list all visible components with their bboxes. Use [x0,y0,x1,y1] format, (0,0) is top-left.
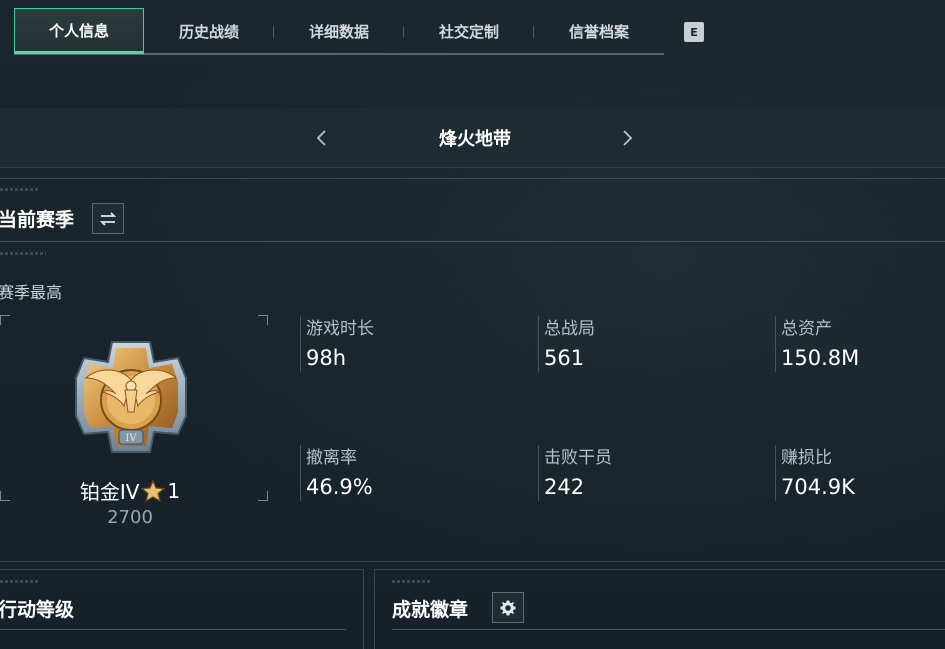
tab-personal-info[interactable]: 个人信息 [14,8,144,54]
stat-divider [775,445,776,501]
mode-title: 烽火地带 [439,129,511,150]
svg-text:IV: IV [125,433,137,444]
tab-label: 个人信息 [48,21,109,40]
stat-label: 游戏时长 [306,319,374,339]
stat-divider [300,445,301,501]
swap-icon [99,211,117,226]
badges-settings-button[interactable] [492,592,524,623]
stat-label: 撤离率 [306,448,357,468]
tab-label: 历史战绩 [178,22,239,41]
tab-detailed-data[interactable]: 详细数据 [274,8,404,54]
platinum-eagle-medal-icon: IV [75,341,187,453]
decoration [0,580,40,583]
stat-value: 561 [544,346,585,370]
divider [0,629,346,630]
action-level-title: 行动等级 [0,599,75,621]
stat-label: 总战局 [544,319,595,339]
season-swap-button[interactable] [92,203,124,234]
stat-label: 赚损比 [781,448,832,468]
stat-divider [538,316,539,372]
hotkey-e-badge[interactable]: E [684,22,704,42]
season-best-label: 赛季最高 [0,283,63,302]
badges-title: 成就徽章 [392,599,469,621]
stat-value: 704.9K [781,475,855,499]
stat-label: 总资产 [781,319,832,339]
stat-divider [300,316,301,372]
rank-score: 2700 [107,507,153,528]
tab-history[interactable]: 历史战绩 [144,8,274,54]
stat-value: 150.8M [781,346,860,370]
tab-reputation[interactable]: 信誉档案 [534,8,664,54]
chevron-left-icon[interactable] [312,128,332,148]
stat-value: 242 [544,475,585,499]
stat-value: 46.9% [306,475,373,499]
decoration [0,188,40,191]
decoration [392,580,432,583]
top-tab-bar: 个人信息 历史战绩 详细数据 社交定制 信誉档案 [14,8,664,55]
tab-label: 社交定制 [438,22,499,41]
gear-icon [500,600,516,615]
rank-name: 铂金IV [79,480,140,504]
frame-corner [0,315,10,325]
stat-value: 98h [306,346,347,370]
divider [392,629,945,630]
stat-label: 击败干员 [544,448,612,468]
divider [0,241,945,242]
frame-corner [0,491,10,501]
season-title: 当前赛季 [0,209,75,231]
frame-corner [258,315,268,325]
decoration [0,252,46,255]
mode-selector: 烽火地带 [0,108,945,168]
tab-social[interactable]: 社交定制 [404,8,534,54]
chevron-right-icon[interactable] [617,128,637,148]
divider [0,561,945,562]
tab-label: 信誉档案 [568,22,629,41]
stat-divider [538,445,539,501]
divider [0,178,945,179]
frame-corner [258,491,268,501]
stat-divider [775,316,776,372]
star-icon [141,479,166,502]
rank-name-row: 铂金IV 1 [60,476,200,505]
tab-label: 详细数据 [308,22,369,41]
rank-stars: 1 [167,478,181,503]
